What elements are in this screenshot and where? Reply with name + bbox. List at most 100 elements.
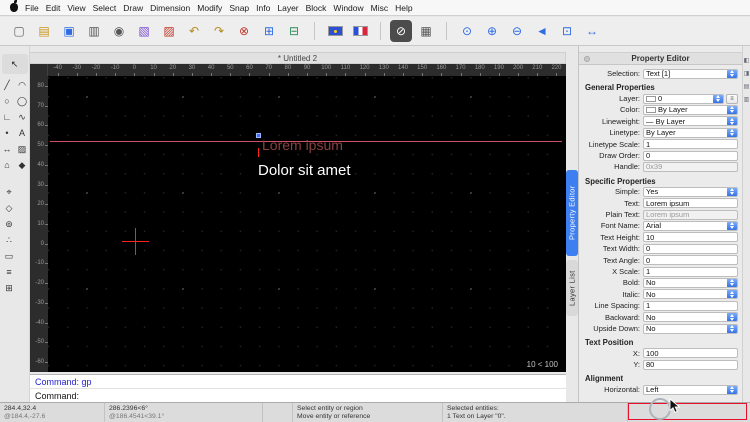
export-pdf-button[interactable]: ▨: [158, 20, 180, 42]
property-italic-control[interactable]: No: [643, 289, 738, 299]
text-tool-button[interactable]: A: [15, 126, 29, 141]
open-file-button[interactable]: ▤: [33, 20, 55, 42]
property-linetype-scale-control[interactable]: 1: [643, 139, 738, 149]
toolbar-separator: [446, 22, 447, 40]
relative-polar: @186.4541<39.1°: [109, 413, 258, 421]
spline-tools-button[interactable]: ∿: [15, 110, 29, 125]
modify-tools-button[interactable]: ◇: [2, 201, 16, 216]
property-simple-control[interactable]: Yes: [643, 187, 738, 197]
circle-tools-button[interactable]: ○: [0, 94, 14, 109]
selection-handle[interactable]: [256, 133, 261, 138]
cut-button[interactable]: ⊗: [233, 20, 255, 42]
arc-tools-button[interactable]: ◠: [15, 78, 29, 93]
new-file-button[interactable]: ▢: [8, 20, 30, 42]
export-image-button[interactable]: ▧: [133, 20, 155, 42]
property-text-angle-control[interactable]: 0: [643, 255, 738, 265]
shape-tools-button[interactable]: ⌂: [0, 158, 14, 173]
line-tools-button[interactable]: ╱: [0, 78, 14, 93]
layer-list-tab[interactable]: Layer List: [566, 260, 578, 316]
menu-edit[interactable]: Edit: [46, 3, 61, 13]
menu-file[interactable]: File: [25, 3, 39, 13]
auto-zoom-button[interactable]: ⊙: [456, 20, 478, 42]
panel-close-button[interactable]: [584, 56, 590, 62]
zoom-window-button[interactable]: ⊡: [556, 20, 578, 42]
property-horizontal-control[interactable]: Left: [643, 385, 738, 395]
command-input[interactable]: Command:: [30, 388, 566, 402]
hatch-tool-button[interactable]: ▨: [15, 142, 29, 157]
property-backward-control[interactable]: No: [643, 312, 738, 322]
menu-help[interactable]: Help: [395, 3, 412, 13]
previous-view-button[interactable]: ◄: [531, 20, 553, 42]
eu-flag-button[interactable]: [324, 20, 346, 42]
drawing-canvas[interactable]: Lorem ipsum Dolor sit amet 10 < 100: [48, 76, 566, 372]
dock-icon-2-icon[interactable]: ◨: [744, 71, 750, 77]
isometric-tools-button[interactable]: ∴: [2, 233, 16, 248]
property-linetype-control[interactable]: By Layer: [643, 128, 738, 138]
property-upside-down-control[interactable]: No: [643, 324, 738, 334]
menu-select[interactable]: Select: [93, 3, 117, 13]
save-file-button[interactable]: ▣: [58, 20, 80, 42]
dock-icon-4-icon[interactable]: ▥: [744, 97, 750, 103]
menu-snap[interactable]: Snap: [229, 3, 249, 13]
property-text-height-control[interactable]: 10: [643, 232, 738, 242]
property-y-control[interactable]: 80: [643, 360, 738, 370]
property-selection-control[interactable]: Text [1]: [643, 69, 738, 79]
grid-toggle-button[interactable]: ▦: [415, 20, 437, 42]
layer-list-menu-button[interactable]: ≡: [726, 94, 738, 104]
property-bold-control[interactable]: No: [643, 278, 738, 288]
print-preview-button[interactable]: ◉: [108, 20, 130, 42]
selected-text-entity[interactable]: Lorem ipsum: [262, 137, 343, 153]
status-spacer: [263, 403, 293, 422]
property-font-name-control[interactable]: Arial: [643, 221, 738, 231]
property-x-control[interactable]: 100: [643, 348, 738, 358]
dimension-tools-button[interactable]: ↔: [0, 142, 14, 157]
property-layer-control[interactable]: 0: [643, 94, 724, 104]
property-line-spacing-control[interactable]: 1: [643, 301, 738, 311]
info-tools-button[interactable]: ⊚: [2, 217, 16, 232]
polyline-tools-button[interactable]: ∟: [0, 110, 14, 125]
viewport-tools-button[interactable]: ▭: [2, 249, 16, 264]
ellipse-tools-button[interactable]: ◯: [15, 94, 29, 109]
menu-dimension[interactable]: Dimension: [150, 3, 190, 13]
menu-draw[interactable]: Draw: [123, 3, 143, 13]
order-tools-button[interactable]: ≡: [2, 265, 16, 280]
menu-block[interactable]: Block: [306, 3, 327, 13]
apple-menu-icon[interactable]: [10, 3, 18, 12]
property-color-control[interactable]: By Layer: [643, 105, 738, 115]
property-text-control[interactable]: Lorem ipsum: [643, 198, 738, 208]
menu-window[interactable]: Window: [333, 3, 363, 13]
block-tools-button[interactable]: ◆: [15, 158, 29, 173]
menu-info[interactable]: Info: [256, 3, 270, 13]
misc-tools-button[interactable]: ⊞: [2, 281, 16, 296]
undo-button[interactable]: ↶: [183, 20, 205, 42]
property-x-scale-control[interactable]: 1: [643, 267, 738, 277]
tricolor-flag-button[interactable]: [349, 20, 371, 42]
property-text-width-control[interactable]: 0: [643, 244, 738, 254]
menu-view[interactable]: View: [67, 3, 85, 13]
property-value: No: [644, 324, 727, 333]
property-draw-order-control[interactable]: 0: [643, 151, 738, 161]
property-row-simple: Simple:Yes: [581, 186, 738, 197]
property-editor-tab[interactable]: Property Editor: [566, 170, 578, 256]
zoom-in-button[interactable]: ⊕: [481, 20, 503, 42]
menu-layer[interactable]: Layer: [277, 3, 298, 13]
property-label: Italic:: [581, 290, 643, 299]
menu-misc[interactable]: Misc: [371, 3, 388, 13]
dock-icon-1-icon[interactable]: ◧: [744, 58, 750, 64]
pan-button[interactable]: ↔: [581, 20, 603, 42]
zoom-out-button[interactable]: ⊖: [506, 20, 528, 42]
redo-button[interactable]: ↷: [208, 20, 230, 42]
point-tools-button[interactable]: •: [0, 126, 14, 141]
auto-zoom-icon: ⊙: [462, 25, 472, 37]
selection-pointer-button[interactable]: ↖: [2, 54, 28, 74]
paste-button[interactable]: ⊟: [283, 20, 305, 42]
menu-modify[interactable]: Modify: [197, 3, 222, 13]
dock-icon-3-icon[interactable]: ▤: [744, 84, 750, 90]
property-lineweight-control[interactable]: — By Layer: [643, 116, 738, 126]
copy-button[interactable]: ⊞: [258, 20, 280, 42]
print-button[interactable]: ▥: [83, 20, 105, 42]
restrict-off-button[interactable]: ⊘: [390, 20, 412, 42]
text-entity[interactable]: Dolor sit amet: [258, 162, 351, 179]
snap-tools-button[interactable]: ⌖: [2, 185, 16, 200]
property-row-font-name: Font Name:Arial: [581, 220, 738, 231]
